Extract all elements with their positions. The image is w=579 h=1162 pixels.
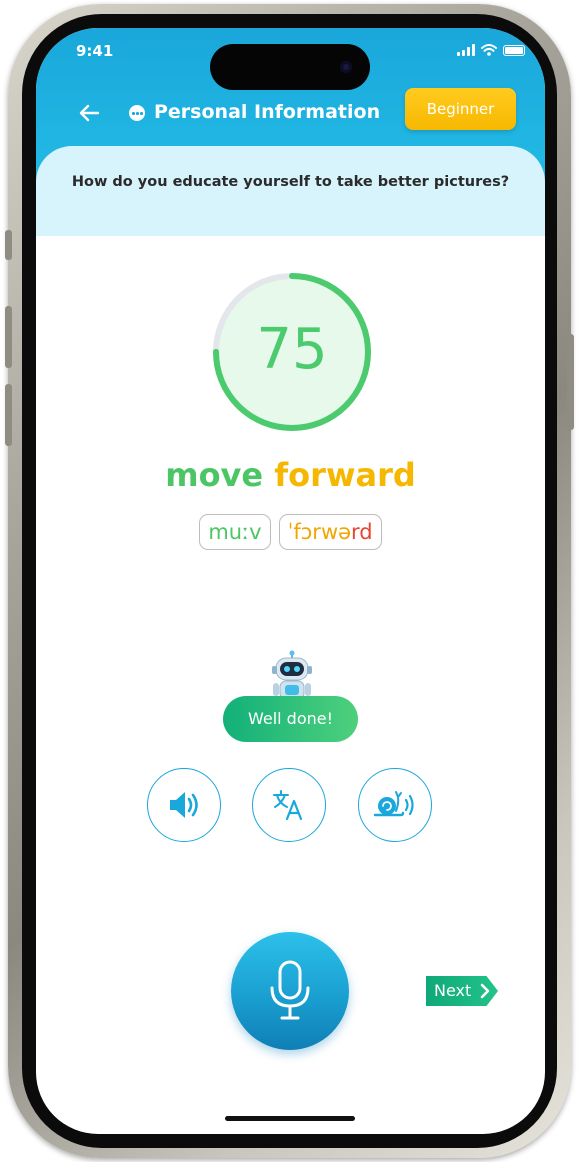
chevron-right-icon [480,983,490,999]
status-icons [457,44,525,56]
dynamic-island [210,44,370,90]
next-label: Next [434,981,472,1000]
ipa-word-2: ˈfɔrwərd [278,514,382,550]
question-text: How do you educate yourself to take bett… [71,174,510,190]
robot-mascot-icon [272,650,312,700]
cellular-signal-icon [457,44,475,56]
wifi-icon [481,44,497,56]
speaker-icon [170,792,198,818]
chat-bubble-icon [129,105,145,121]
front-camera [340,61,352,73]
question-card [36,146,545,236]
translate-icon [273,790,303,821]
translate-button[interactable] [252,768,326,842]
play-audio-button[interactable] [147,768,221,842]
battery-icon [503,45,525,56]
ipa-row: muːv ˈfɔrwərd [36,514,545,550]
slow-audio-button[interactable] [358,768,432,842]
ipa-segment: ə [338,520,352,544]
power-button [567,334,574,430]
app-screen: 9:41 Personal Information Beginner How d… [36,28,545,1134]
microphone-icon [270,960,310,1020]
page-title: Personal Information [154,101,381,123]
back-arrow-button[interactable] [74,98,104,128]
next-button[interactable]: Next [426,976,498,1006]
home-indicator [225,1116,355,1121]
ipa-word-1: muːv [199,514,271,550]
snail-speaker-icon [373,791,414,817]
target-phrase: move forward [36,456,545,494]
ipa-segment: ˈfɔrw [287,520,339,544]
record-mic-button[interactable] [231,932,349,1050]
ipa-segment-error: rd [351,520,373,544]
action-button [5,230,12,260]
phrase-word-forward: forward [274,456,416,494]
score-value: 75 [256,317,328,382]
volume-down-button [5,384,12,446]
phrase-word-move: move [165,456,264,494]
feedback-message: Well done! [223,696,358,742]
status-time: 9:41 [76,42,114,60]
volume-up-button [5,306,12,368]
level-badge[interactable]: Beginner [405,88,516,130]
back-arrow-icon [79,104,100,122]
